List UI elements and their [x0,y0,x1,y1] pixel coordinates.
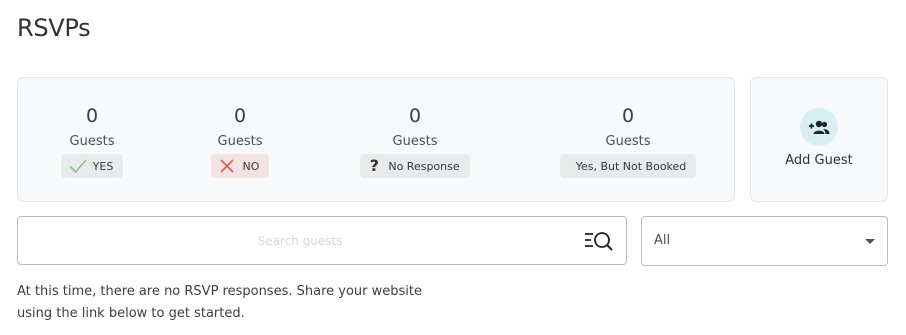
rsvp-filter-select[interactable]: All [641,216,888,266]
no-badge[interactable]: NO [210,154,270,178]
chevron-down-icon [865,239,875,244]
add-user-icon-circle [800,108,838,146]
not-booked-badge[interactable]: Yes, But Not Booked [559,154,697,178]
stat-yes-count: 0 [85,105,99,127]
search-input[interactable] [30,217,570,264]
stat-no-response: 0 Guests ? No Response [335,104,495,178]
stat-yes: 0 Guests YES [12,104,172,178]
not-booked-badge-label: Yes, But Not Booked [575,159,687,173]
stat-not-booked-label: Guests [605,134,651,149]
stat-no: 0 Guests NO [160,104,320,178]
check-icon [69,158,87,174]
yes-badge[interactable]: YES [60,154,124,178]
page-title: RSVPs [17,14,91,42]
empty-state-message: At this time, there are no RSVP response… [17,284,422,321]
yes-badge-label: YES [92,159,114,173]
search-list-icon[interactable] [584,229,614,253]
question-icon: ? [369,156,379,175]
stat-no-count: 0 [233,105,247,127]
add-user-icon [809,120,830,134]
stat-not-booked-count: 0 [621,105,635,127]
x-icon [219,158,235,174]
no-response-badge-label: No Response [388,159,460,173]
stat-yes-label: Guests [69,134,115,149]
stat-no-label: Guests [217,134,263,149]
stat-not-booked: 0 Guests Yes, But Not Booked [528,104,728,178]
add-guest-button[interactable]: Add Guest [750,77,888,202]
filter-selected-value: All [654,233,671,248]
no-response-badge[interactable]: ? No Response [360,154,470,178]
search-box [17,216,627,265]
add-guest-label: Add Guest [785,153,853,168]
no-badge-label: NO [242,159,260,173]
stat-no-response-label: Guests [392,134,438,149]
rsvp-stats-card: 0 Guests YES 0 Guests NO 0 Guests ? No R… [17,77,735,202]
stat-no-response-count: 0 [408,105,422,127]
